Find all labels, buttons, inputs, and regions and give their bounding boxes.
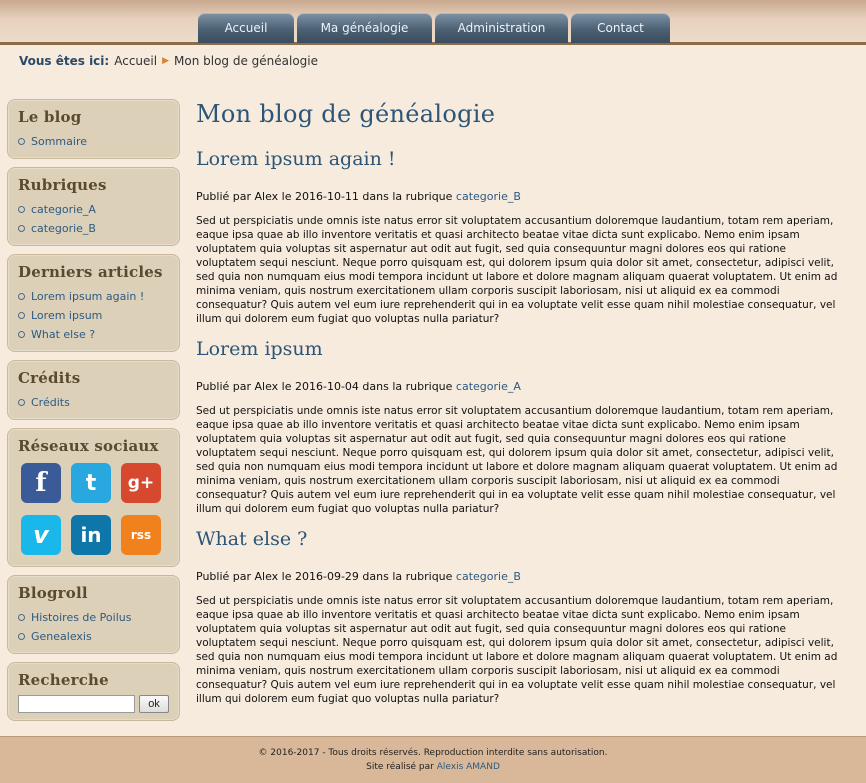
bullet-icon — [18, 399, 25, 406]
bullet-icon — [18, 614, 25, 621]
bullet-icon — [18, 633, 25, 640]
bullet-icon — [18, 331, 25, 338]
post-category-link[interactable]: categorie_B — [456, 570, 521, 583]
sidebar-item: Histoires de Poilus — [18, 608, 169, 627]
footer-credit-prefix: Site réalisé par — [366, 762, 434, 772]
post-category-link[interactable]: categorie_A — [456, 380, 521, 393]
sidebar-box-derniers-articles: Derniers articles Lorem ipsum again ! Lo… — [7, 254, 180, 352]
sidebar-item: What else ? — [18, 325, 169, 344]
breadcrumb: Vous êtes ici: Accueil ▶ Mon blog de gén… — [19, 54, 318, 68]
post-body: Sed ut perspiciatis unde omnis iste natu… — [196, 405, 838, 515]
nav-tab-contact[interactable]: Contact — [571, 13, 670, 43]
sidebar-title-credits: Crédits — [18, 369, 81, 387]
search-row: ok — [18, 695, 169, 713]
sidebar-title-blog: Le blog — [18, 108, 82, 126]
sidebar-title-recherche: Recherche — [18, 671, 109, 689]
post-meta-text: Publié par Alex le 2016-10-11 dans la ru… — [196, 190, 453, 203]
post-meta: Publié par Alex le 2016-10-11 dans la ru… — [196, 190, 848, 203]
sidebar-item: Crédits — [18, 393, 169, 412]
bullet-icon — [18, 138, 25, 145]
nav-tab-administration[interactable]: Administration — [435, 13, 568, 43]
bullet-icon — [18, 293, 25, 300]
post-body: Sed ut perspiciatis unde omnis iste natu… — [196, 595, 838, 705]
post-title[interactable]: Lorem ipsum — [196, 338, 848, 360]
sidebar-item: categorie_A — [18, 200, 169, 219]
footer-credit: Site réalisé par Alexis AMAND — [0, 760, 866, 774]
post-meta: Publié par Alex le 2016-10-04 dans la ru… — [196, 380, 848, 393]
bullet-icon — [18, 225, 25, 232]
footer-author-link[interactable]: Alexis AMAND — [437, 762, 500, 772]
sidebar-title-derniers-articles: Derniers articles — [18, 263, 163, 281]
sidebar-title-rubriques: Rubriques — [18, 176, 107, 194]
footer-copyright: © 2016-2017 - Tous droits réservés. Repr… — [258, 748, 608, 758]
google-plus-icon[interactable]: g+ — [121, 463, 161, 503]
post-meta: Publié par Alex le 2016-09-29 dans la ru… — [196, 570, 848, 583]
social-icons: f t g+ v in rss — [18, 461, 169, 559]
post-title[interactable]: What else ? — [196, 528, 848, 550]
post-meta-text: Publié par Alex le 2016-10-04 dans la ru… — [196, 380, 453, 393]
bullet-icon — [18, 206, 25, 213]
sidebar-link-article-3[interactable]: What else ? — [31, 325, 95, 344]
page-title: Mon blog de généalogie — [196, 100, 496, 128]
breadcrumb-arrow-icon: ▶ — [162, 56, 169, 66]
sidebar-link-sommaire[interactable]: Sommaire — [31, 132, 87, 151]
sidebar-item: Lorem ipsum — [18, 306, 169, 325]
sidebar-link-genealexis[interactable]: Genealexis — [31, 627, 92, 646]
vimeo-icon[interactable]: v — [21, 515, 61, 555]
breadcrumb-prefix: Vous êtes ici: — [19, 54, 110, 68]
blog-post: Lorem ipsum Publié par Alex le 2016-10-0… — [196, 338, 848, 516]
post-body: Sed ut perspiciatis unde omnis iste natu… — [196, 215, 838, 325]
main-content: Mon blog de généalogie Lorem ipsum again… — [196, 100, 848, 718]
linkedin-icon[interactable]: in — [71, 515, 111, 555]
sidebar-item: categorie_B — [18, 219, 169, 238]
site-header: Accueil Ma généalogie Administration Con… — [0, 0, 866, 45]
sidebar-link-categorie-b[interactable]: categorie_B — [31, 219, 96, 238]
sidebar-box-recherche: Recherche ok — [7, 662, 180, 721]
sidebar: Le blog Sommaire Rubriques categorie_A c… — [7, 99, 180, 729]
sidebar-link-article-1[interactable]: Lorem ipsum again ! — [31, 287, 144, 306]
sidebar-link-credits[interactable]: Crédits — [31, 393, 70, 412]
sidebar-link-article-2[interactable]: Lorem ipsum — [31, 306, 102, 325]
nav-tab-accueil[interactable]: Accueil — [198, 13, 294, 43]
bullet-icon — [18, 312, 25, 319]
post-category-link[interactable]: categorie_B — [456, 190, 521, 203]
sidebar-box-blog: Le blog Sommaire — [7, 99, 180, 159]
sidebar-item: Genealexis — [18, 627, 169, 646]
post-title[interactable]: Lorem ipsum again ! — [196, 148, 848, 170]
breadcrumb-home-link[interactable]: Accueil — [114, 54, 157, 68]
breadcrumb-current: Mon blog de généalogie — [174, 54, 319, 68]
post-meta-text: Publié par Alex le 2016-09-29 dans la ru… — [196, 570, 453, 583]
rss-icon[interactable]: rss — [121, 515, 161, 555]
sidebar-box-social: Réseaux sociaux f t g+ v in rss — [7, 428, 180, 567]
search-submit-button[interactable]: ok — [139, 695, 169, 713]
search-input[interactable] — [18, 695, 135, 713]
sidebar-link-categorie-a[interactable]: categorie_A — [31, 200, 96, 219]
sidebar-box-blogroll: Blogroll Histoires de Poilus Genealexis — [7, 575, 180, 654]
site-footer: © 2016-2017 - Tous droits réservés. Repr… — [0, 736, 866, 783]
sidebar-link-histoires-de-poilus[interactable]: Histoires de Poilus — [31, 608, 131, 627]
sidebar-box-credits: Crédits Crédits — [7, 360, 180, 420]
sidebar-title-blogroll: Blogroll — [18, 584, 88, 602]
facebook-icon[interactable]: f — [21, 463, 61, 503]
sidebar-title-social: Réseaux sociaux — [18, 437, 159, 455]
twitter-icon[interactable]: t — [71, 463, 111, 503]
blog-post: What else ? Publié par Alex le 2016-09-2… — [196, 528, 848, 706]
sidebar-item: Sommaire — [18, 132, 169, 151]
blog-post: Lorem ipsum again ! Publié par Alex le 2… — [196, 148, 848, 326]
main-nav: Accueil Ma généalogie Administration Con… — [198, 13, 670, 43]
sidebar-box-rubriques: Rubriques categorie_A categorie_B — [7, 167, 180, 246]
sidebar-item: Lorem ipsum again ! — [18, 287, 169, 306]
nav-tab-genealogie[interactable]: Ma généalogie — [297, 13, 432, 43]
